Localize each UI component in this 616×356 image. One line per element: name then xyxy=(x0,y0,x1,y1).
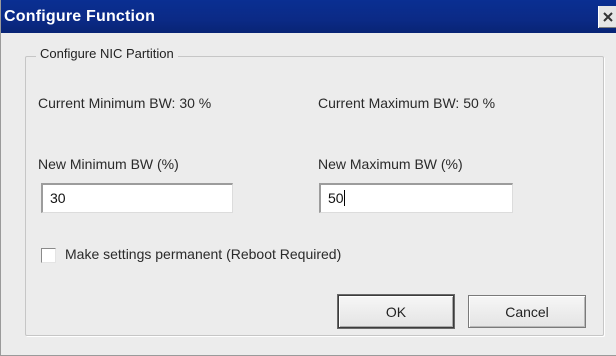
new-minimum-bw-input[interactable]: 30 xyxy=(41,183,233,213)
new-maximum-bw-label: New Maximum BW (%) xyxy=(318,156,463,172)
current-minimum-bw-label: Current Minimum BW: 30 % xyxy=(38,95,212,111)
new-maximum-bw-input[interactable]: 50 xyxy=(319,183,513,213)
new-minimum-bw-label: New Minimum BW (%) xyxy=(38,156,179,172)
title-bar[interactable]: Configure Function xyxy=(1,0,616,33)
ok-button-label: OK xyxy=(385,303,407,320)
cancel-button-label: Cancel xyxy=(505,303,549,320)
groupbox-legend: Configure NIC Partition xyxy=(36,46,178,61)
current-maximum-bw-label: Current Maximum BW: 50 % xyxy=(318,95,496,111)
make-permanent-label[interactable]: Make settings permanent (Reboot Required… xyxy=(65,246,341,262)
dialog-title: Configure Function xyxy=(4,8,156,25)
new-maximum-bw-value: 50 xyxy=(328,190,344,206)
make-permanent-checkbox[interactable] xyxy=(41,248,56,263)
cancel-button[interactable]: Cancel xyxy=(468,295,586,328)
new-minimum-bw-value: 30 xyxy=(50,190,66,206)
text-caret xyxy=(343,190,345,206)
configure-function-dialog: Configure Function Configure NIC Partiti… xyxy=(0,0,616,356)
close-button[interactable] xyxy=(598,6,616,28)
ok-button[interactable]: OK xyxy=(338,295,454,328)
close-icon xyxy=(603,12,613,22)
